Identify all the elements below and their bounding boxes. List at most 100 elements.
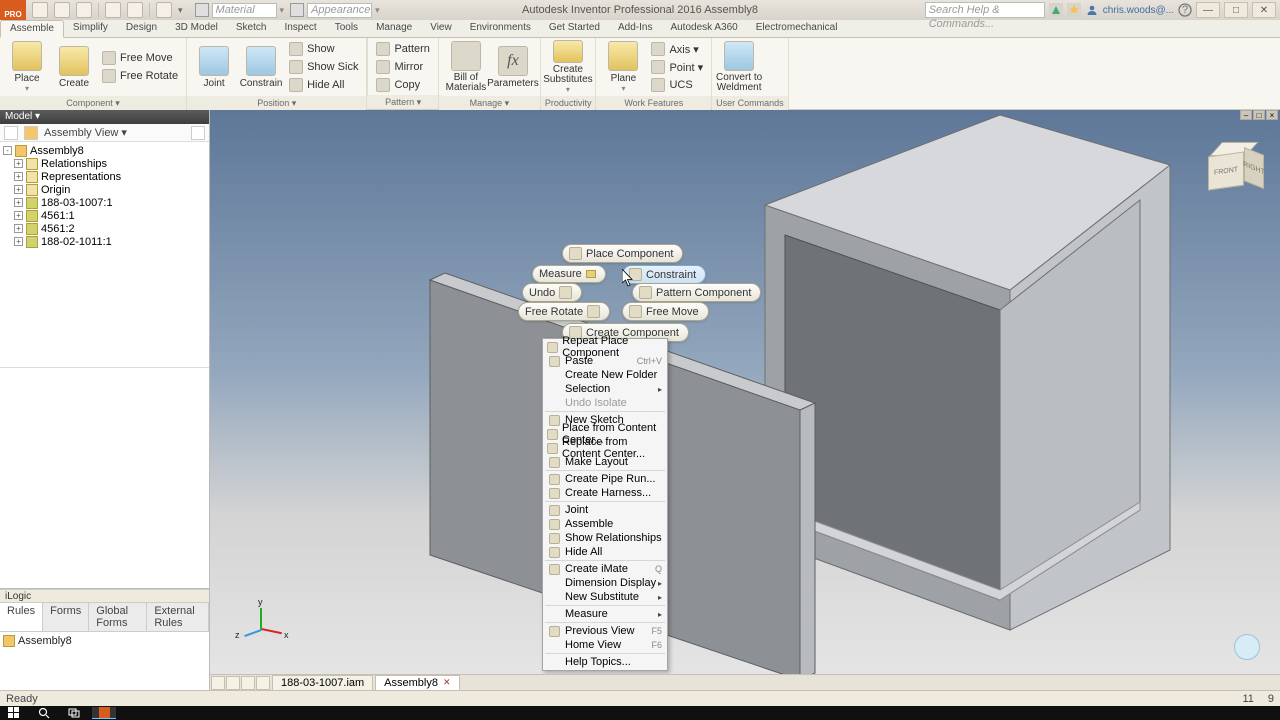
ctx-create-imate[interactable]: Create iMateQ: [543, 562, 667, 576]
group-label[interactable]: Component ▾: [0, 96, 186, 110]
qat-save-icon[interactable]: [76, 2, 92, 18]
ctx-measure[interactable]: Measure▸: [543, 607, 667, 621]
ctx-dimension-display[interactable]: Dimension Display▸: [543, 576, 667, 590]
ctx-show-relationships[interactable]: Show Relationships: [543, 531, 667, 545]
user-label[interactable]: chris.woods@...: [1103, 5, 1174, 16]
group-label[interactable]: Pattern ▾: [368, 95, 437, 109]
ctx-home-view[interactable]: Home ViewF6: [543, 638, 667, 652]
user-icon[interactable]: [1085, 3, 1099, 17]
qat-undo-icon[interactable]: [105, 2, 121, 18]
qat-update-icon[interactable]: [156, 2, 172, 18]
ribbon-tab-electromechanical[interactable]: Electromechanical: [747, 20, 847, 37]
ribbon-tab-view[interactable]: View: [421, 20, 461, 37]
appearance-selector[interactable]: Appearance ▾: [290, 3, 380, 18]
point-button[interactable]: Point ▾: [648, 59, 706, 76]
ribbon-tab-tools[interactable]: Tools: [326, 20, 367, 37]
ilogic-content[interactable]: Assembly8: [0, 632, 209, 690]
ctx-repeat-place-component[interactable]: Repeat Place Component: [543, 340, 667, 354]
ctx-create-pipe-run[interactable]: Create Pipe Run...: [543, 472, 667, 486]
ilogic-item[interactable]: Assembly8: [3, 635, 206, 647]
doctab-nav-prev[interactable]: [226, 676, 240, 690]
material-field[interactable]: Material: [212, 3, 277, 18]
assembly-view-label[interactable]: Assembly View ▾: [44, 126, 127, 139]
tree-node[interactable]: +Origin: [0, 183, 209, 196]
ribbon-tab-design[interactable]: Design: [117, 20, 166, 37]
tree-node[interactable]: +188-02-1011:1: [0, 235, 209, 248]
tree-node[interactable]: -Assembly8: [0, 144, 209, 157]
ctx-joint[interactable]: Joint: [543, 503, 667, 517]
signin-icon[interactable]: [1049, 3, 1063, 17]
minimize-button[interactable]: —: [1196, 2, 1220, 18]
free-rotate-button[interactable]: Free Rotate: [99, 68, 181, 85]
parameters-button[interactable]: fxParameters: [491, 40, 535, 94]
close-button[interactable]: ✕: [1252, 2, 1276, 18]
ctx-help-topics[interactable]: Help Topics...: [543, 655, 667, 669]
close-tab-icon[interactable]: ✕: [443, 677, 451, 688]
qat-redo-icon[interactable]: [127, 2, 143, 18]
tree-node[interactable]: +Relationships: [0, 157, 209, 170]
constrain-button[interactable]: Constrain: [239, 40, 283, 94]
ctx-replace-from-content-center[interactable]: Replace from Content Center...: [543, 441, 667, 455]
model-panel-title[interactable]: Model ▾: [0, 110, 209, 124]
taskbar-inventor[interactable]: [92, 707, 116, 719]
ctx-create-harness[interactable]: Create Harness...: [543, 486, 667, 500]
qat-new-icon[interactable]: [32, 2, 48, 18]
axis-button[interactable]: Axis ▾: [648, 41, 706, 58]
doctab-nav-last[interactable]: [256, 676, 270, 690]
ribbon-tab-3d-model[interactable]: 3D Model: [166, 20, 227, 37]
show-sick-button[interactable]: Show Sick: [286, 59, 361, 76]
ctx-selection[interactable]: Selection▸: [543, 382, 667, 396]
create-button[interactable]: Create: [52, 40, 96, 94]
group-label[interactable]: Manage ▾: [439, 96, 540, 110]
plane-button[interactable]: Plane▾: [601, 40, 645, 94]
material-selector[interactable]: Material ▾: [195, 3, 285, 18]
bom-button[interactable]: Bill of Materials: [444, 40, 488, 94]
ribbon-tab-inspect[interactable]: Inspect: [275, 20, 325, 37]
qat-open-icon[interactable]: [54, 2, 70, 18]
ribbon-tab-manage[interactable]: Manage: [367, 20, 421, 37]
group-label[interactable]: Position ▾: [187, 96, 366, 110]
help-icon[interactable]: ?: [1178, 3, 1192, 17]
ribbon-tab-add-ins[interactable]: Add-Ins: [609, 20, 661, 37]
tree-node[interactable]: +4561:1: [0, 209, 209, 222]
show-button[interactable]: Show: [286, 41, 361, 58]
ctx-hide-all[interactable]: Hide All: [543, 545, 667, 559]
start-button[interactable]: [2, 707, 26, 719]
appearance-field[interactable]: Appearance: [307, 3, 372, 18]
ctx-assemble[interactable]: Assemble: [543, 517, 667, 531]
ilogic-tab-rules[interactable]: Rules: [0, 603, 43, 631]
ilogic-tab-external-rules[interactable]: External Rules: [147, 603, 209, 631]
qat-dropdown-icon[interactable]: ▾: [178, 5, 183, 16]
pattern-button[interactable]: Pattern: [373, 40, 432, 57]
ribbon-tab-get-started[interactable]: Get Started: [540, 20, 609, 37]
ribbon-tab-autodesk-a360[interactable]: Autodesk A360: [661, 20, 746, 37]
marking-place-component[interactable]: Place Component: [562, 244, 683, 263]
maximize-button[interactable]: □: [1224, 2, 1248, 18]
filter-icon[interactable]: [4, 126, 18, 140]
ribbon-tab-environments[interactable]: Environments: [461, 20, 540, 37]
share-icon[interactable]: [1234, 634, 1260, 660]
mirror-button[interactable]: Mirror: [373, 58, 432, 75]
doctab-1[interactable]: 188-03-1007.iam: [272, 675, 373, 691]
place-button[interactable]: Place▾: [5, 40, 49, 94]
doctab-2[interactable]: Assembly8✕: [375, 675, 459, 691]
ctx-create-new-folder[interactable]: Create New Folder: [543, 368, 667, 382]
ctx-make-layout[interactable]: Make Layout: [543, 455, 667, 469]
tree-node[interactable]: +Representations: [0, 170, 209, 183]
marking-free-move[interactable]: Free Move: [622, 302, 709, 321]
model-tree[interactable]: -Assembly8+Relationships+Representations…: [0, 142, 209, 367]
copy-button[interactable]: Copy: [373, 76, 432, 93]
ucs-button[interactable]: UCS: [648, 77, 706, 94]
free-move-button[interactable]: Free Move: [99, 50, 181, 67]
marking-measure[interactable]: Measure: [532, 265, 606, 283]
doctab-nav-first[interactable]: [211, 676, 225, 690]
ctx-new-substitute[interactable]: New Substitute▸: [543, 590, 667, 604]
create-substitutes-button[interactable]: Create Substitutes▾: [546, 40, 590, 94]
convert-weldment-button[interactable]: Convert to Weldment: [717, 40, 761, 94]
ilogic-tab-global-forms[interactable]: Global Forms: [89, 603, 147, 631]
doctab-nav-next[interactable]: [241, 676, 255, 690]
ribbon-tab-assemble[interactable]: Assemble: [0, 20, 64, 38]
viewport-3d[interactable]: – □ × FRONT RIGHT Place Comp: [210, 110, 1280, 690]
hide-all-button[interactable]: Hide All: [286, 77, 361, 94]
star-icon[interactable]: [1067, 3, 1081, 17]
